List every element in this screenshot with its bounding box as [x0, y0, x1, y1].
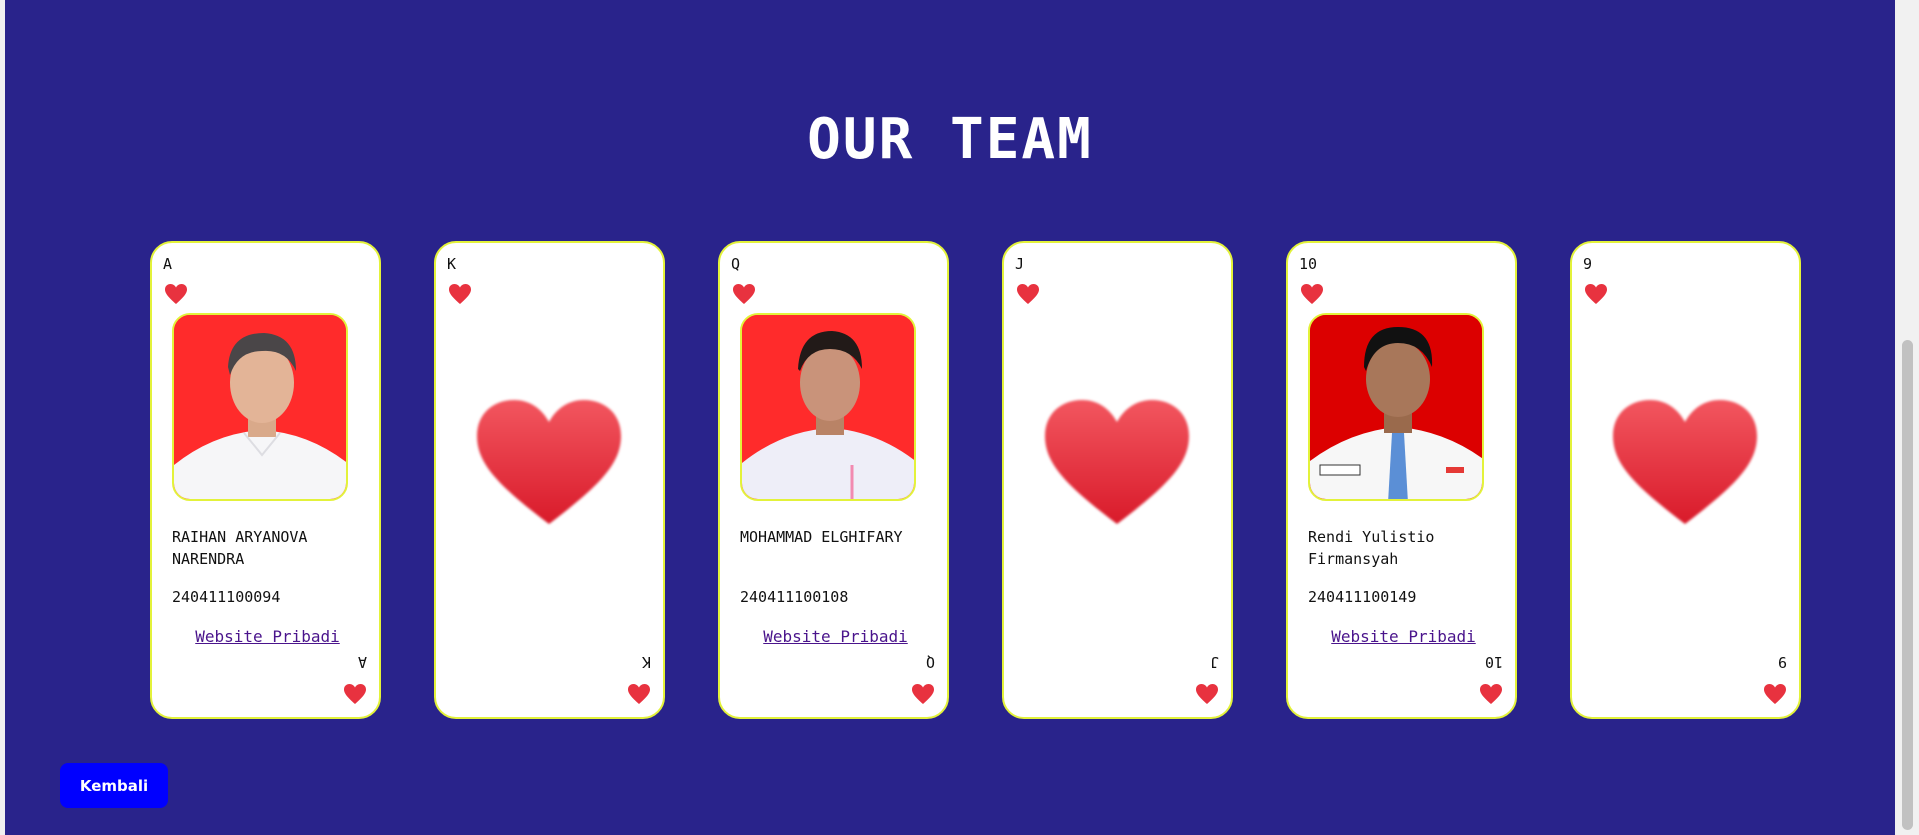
heart-icon [1585, 284, 1607, 304]
heart-icon [1196, 684, 1218, 704]
playing-card-6: 9 9 [1570, 241, 1801, 719]
card-rank: 9 [1583, 255, 1593, 273]
card-rank-bottom: K [641, 653, 651, 671]
card-rank-bottom: J [1209, 653, 1219, 671]
team-page: OUR TEAM A RAIHAN ARYANOVA NARENDRA 2404… [5, 0, 1895, 835]
team-card-3: Q MOHAMMAD ELGHIFARY 240411100108 Websit… [718, 241, 949, 719]
heart-icon [628, 684, 650, 704]
member-name: RAIHAN ARYANOVA NARENDRA [172, 528, 308, 568]
playing-card-2: K K [434, 241, 665, 719]
member-name: Rendi Yulistio Firmansyah [1308, 528, 1435, 568]
vertical-scrollbar[interactable] [1897, 0, 1919, 835]
card-rank: A [163, 255, 173, 273]
heart-icon [1301, 284, 1323, 304]
page-title: OUR TEAM [807, 107, 1093, 172]
back-button[interactable]: Kembali [60, 763, 168, 808]
member-nim: 240411100149 [1308, 588, 1417, 606]
team-card-5: 10 Rendi Yulistio Firmansyah 24041110014… [1286, 241, 1517, 719]
heart-icon [165, 284, 187, 304]
team-card-1: A RAIHAN ARYANOVA NARENDRA 240411100094 … [150, 241, 381, 719]
heart-icon [1480, 684, 1502, 704]
large-heart-icon [1045, 400, 1189, 524]
card-rank: J [1015, 255, 1025, 273]
scrollbar-thumb[interactable] [1902, 340, 1913, 830]
heart-icon [344, 684, 366, 704]
heart-icon [449, 284, 471, 304]
personal-website-link[interactable]: Website Pribadi [1288, 627, 1519, 647]
member-photo [1308, 313, 1484, 501]
member-nim: 240411100094 [172, 588, 281, 606]
card-rank: Q [731, 255, 741, 273]
card-rank-bottom: 10 [1484, 653, 1503, 671]
heart-icon [1764, 684, 1786, 704]
card-rank: K [447, 255, 457, 273]
heart-icon [1017, 284, 1039, 304]
personal-website-link[interactable]: Website Pribadi [152, 627, 383, 647]
large-heart-icon [1613, 400, 1757, 524]
card-rank-bottom: A [357, 653, 367, 671]
member-photo [740, 313, 916, 501]
member-name: MOHAMMAD ELGHIFARY [740, 528, 903, 546]
card-rank-bottom: 9 [1777, 653, 1787, 671]
heart-icon [733, 284, 755, 304]
personal-website-link[interactable]: Website Pribadi [720, 627, 951, 647]
card-rank: 10 [1299, 255, 1318, 273]
card-rank-bottom: Q [925, 653, 935, 671]
playing-card-4: J J [1002, 241, 1233, 719]
heart-icon [912, 684, 934, 704]
member-nim: 240411100108 [740, 588, 849, 606]
member-photo [172, 313, 348, 501]
large-heart-icon [477, 400, 621, 524]
